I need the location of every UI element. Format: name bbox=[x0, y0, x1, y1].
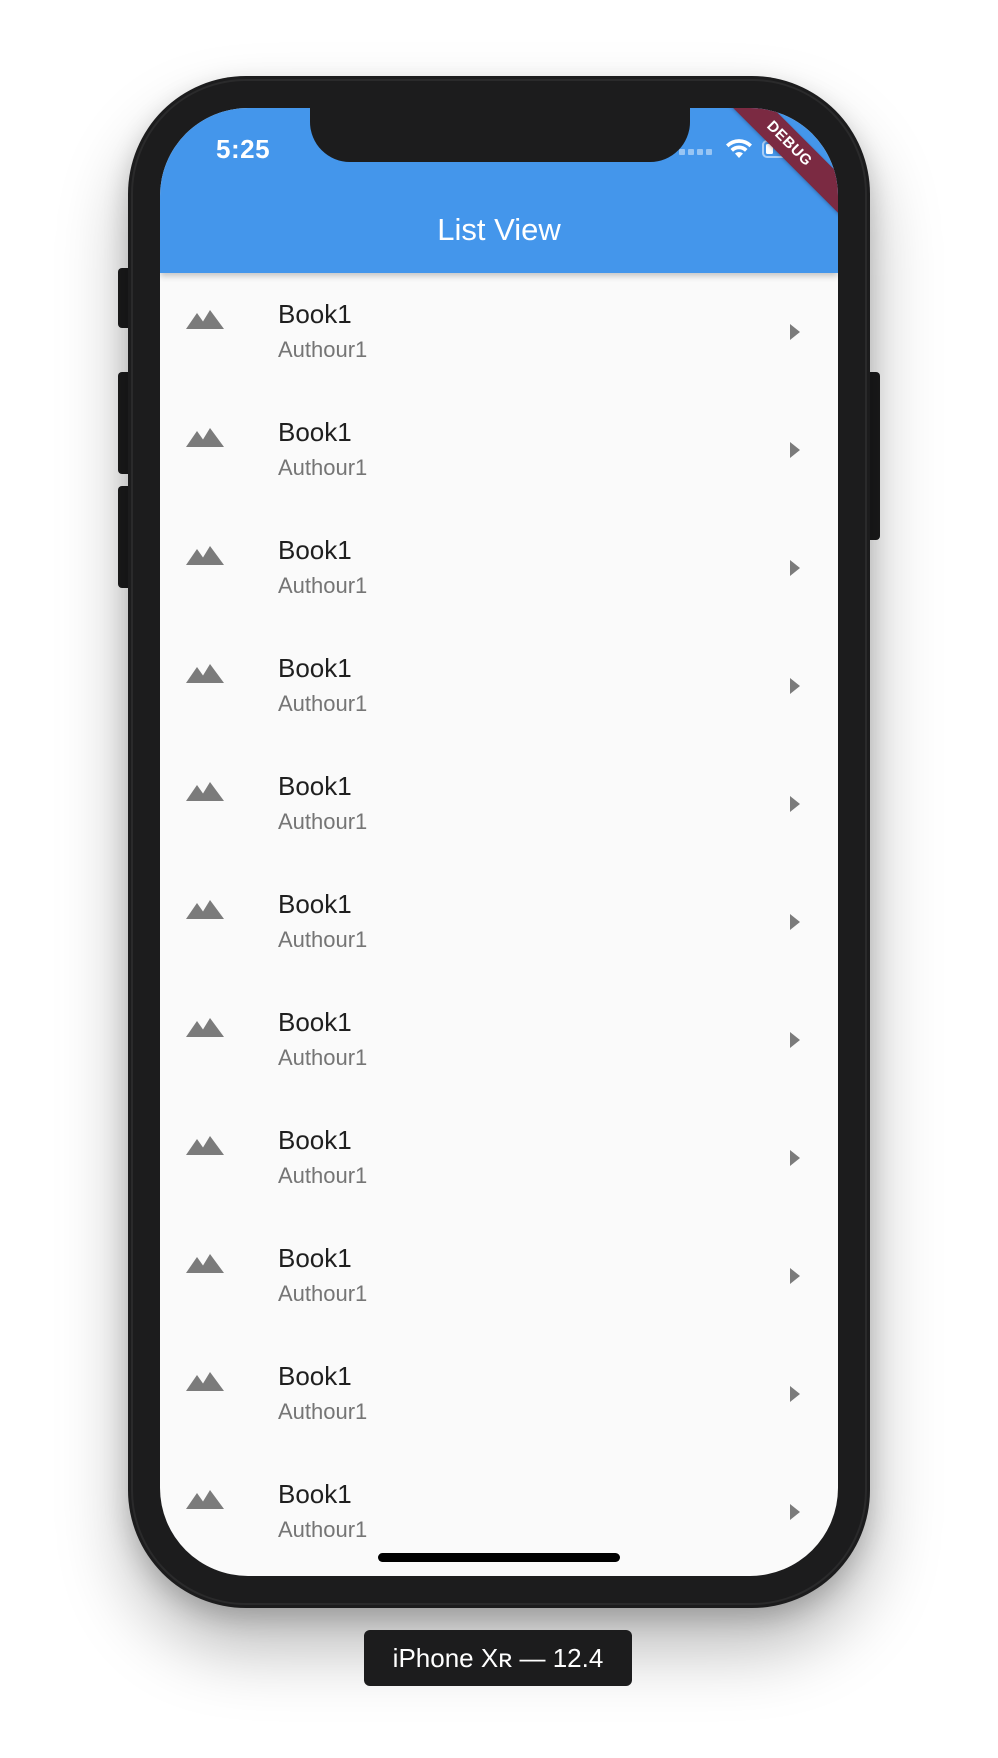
list-item-subtitle: Authour1 bbox=[278, 455, 368, 480]
list-item-subtitle: Authour1 bbox=[278, 691, 368, 716]
arrow-right-icon bbox=[790, 1268, 800, 1284]
arrow-right-icon bbox=[790, 796, 800, 812]
page-title: List View bbox=[437, 212, 561, 247]
list-item[interactable]: Book1 Authour1 bbox=[160, 1099, 838, 1217]
list-item-subtitle: Authour1 bbox=[278, 1281, 368, 1306]
list-item-title: Book1 bbox=[278, 653, 352, 683]
landscape-icon bbox=[186, 1015, 226, 1039]
landscape-icon bbox=[186, 1251, 226, 1275]
landscape-icon bbox=[186, 897, 226, 921]
list-item-subtitle: Authour1 bbox=[278, 1399, 368, 1424]
list-item-subtitle: Authour1 bbox=[278, 1045, 368, 1070]
arrow-right-icon bbox=[790, 1386, 800, 1402]
list-item[interactable]: Book1 Authour1 bbox=[160, 1335, 838, 1453]
list-item-subtitle: Authour1 bbox=[278, 573, 368, 598]
list-item[interactable]: Book1 Authour1 bbox=[160, 745, 838, 863]
status-time: 5:25 bbox=[216, 134, 271, 164]
landscape-icon bbox=[186, 307, 226, 331]
list-item-title: Book1 bbox=[278, 1479, 352, 1509]
landscape-icon bbox=[186, 1133, 226, 1157]
list-item-subtitle: Authour1 bbox=[278, 927, 368, 952]
list-item[interactable]: Book1 Authour1 bbox=[160, 509, 838, 627]
list-item-title: Book1 bbox=[278, 1243, 352, 1273]
home-indicator[interactable] bbox=[378, 1553, 620, 1562]
list-item-title: Book1 bbox=[278, 771, 352, 801]
arrow-right-icon bbox=[790, 1032, 800, 1048]
landscape-icon bbox=[186, 1369, 226, 1393]
device-label: iPhone Xʀ — 12.4 bbox=[364, 1630, 632, 1686]
list-item-title: Book1 bbox=[278, 1007, 352, 1037]
landscape-icon bbox=[186, 1487, 226, 1511]
landscape-icon bbox=[186, 425, 226, 449]
list-item-title: Book1 bbox=[278, 889, 352, 919]
list-item[interactable]: Book1 Authour1 bbox=[160, 981, 838, 1099]
arrow-right-icon bbox=[790, 560, 800, 576]
list-item-title: Book1 bbox=[278, 535, 352, 565]
list-item-subtitle: Authour1 bbox=[278, 337, 368, 362]
book-list: Book1 Authour1 Book1 Authour1 Book1 Auth… bbox=[160, 273, 838, 1571]
arrow-right-icon bbox=[790, 1150, 800, 1166]
landscape-icon bbox=[186, 661, 226, 685]
list-item[interactable]: Book1 Authour1 bbox=[160, 863, 838, 981]
signal-dots-icon bbox=[679, 148, 712, 155]
arrow-right-icon bbox=[790, 914, 800, 930]
list-item-subtitle: Authour1 bbox=[278, 1163, 368, 1188]
landscape-icon bbox=[186, 543, 226, 567]
list-item[interactable]: Book1 Authour1 bbox=[160, 1217, 838, 1335]
device-notch bbox=[310, 108, 690, 162]
list-item-subtitle: Authour1 bbox=[278, 1517, 368, 1542]
arrow-right-icon bbox=[790, 442, 800, 458]
list-item-title: Book1 bbox=[278, 1125, 352, 1155]
list-item[interactable]: Book1 Authour1 bbox=[160, 273, 838, 391]
arrow-right-icon bbox=[790, 678, 800, 694]
list-item-title: Book1 bbox=[278, 299, 352, 329]
list-item[interactable]: Book1 Authour1 bbox=[160, 391, 838, 509]
arrow-right-icon bbox=[790, 324, 800, 340]
arrow-right-icon bbox=[790, 1504, 800, 1520]
device-screen: 5:25 DEBUG List View Book1 Authour1 Book… bbox=[160, 108, 838, 1576]
list-item-title: Book1 bbox=[278, 417, 352, 447]
landscape-icon bbox=[186, 779, 226, 803]
list-item-subtitle: Authour1 bbox=[278, 809, 368, 834]
wifi-icon bbox=[724, 138, 754, 165]
list-item-title: Book1 bbox=[278, 1361, 352, 1391]
list-item[interactable]: Book1 Authour1 bbox=[160, 627, 838, 745]
simulator-stage: 5:25 DEBUG List View Book1 Authour1 Book… bbox=[0, 0, 998, 1758]
